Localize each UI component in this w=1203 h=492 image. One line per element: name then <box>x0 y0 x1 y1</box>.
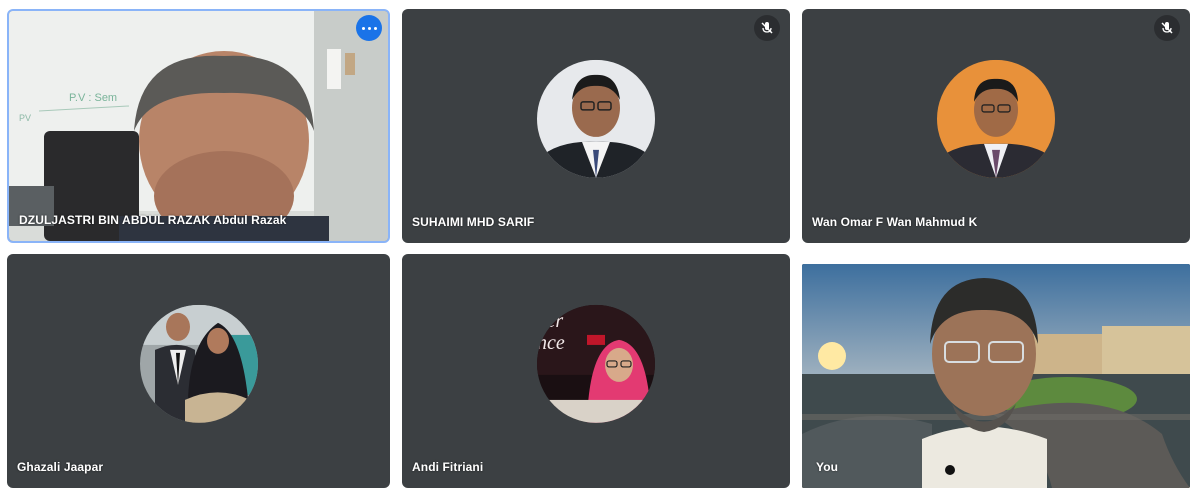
svg-text:P.V : Sem: P.V : Sem <box>69 92 117 104</box>
mic-off-icon <box>1154 15 1180 41</box>
dot-icon <box>361 26 365 30</box>
more-options-button[interactable] <box>356 15 382 41</box>
mic-off-icon <box>754 15 780 41</box>
participant-name-you: You <box>816 460 839 474</box>
participant-tile-andi-fitriani[interactable]: ter nce Andi Fitriani <box>402 254 790 488</box>
svg-text:ter: ter <box>541 310 563 332</box>
participant-avatar: ter nce <box>537 304 655 423</box>
participant-name: Andi Fitriani <box>412 460 484 474</box>
participant-avatar <box>139 304 258 423</box>
participant-name: Wan Omar F Wan Mahmud K <box>812 215 978 229</box>
participant-video: P.V : Sem PV <box>9 11 388 241</box>
dot-icon <box>367 26 371 30</box>
participant-name: DZULJASTRI BIN ABDUL RAZAK Abdul Razak <box>19 213 287 227</box>
participant-tile-wan-omar[interactable]: Wan Omar F Wan Mahmud K <box>802 9 1190 243</box>
participant-avatar <box>537 59 655 178</box>
participant-tile-ghazali[interactable]: Ghazali Jaapar <box>7 254 390 488</box>
dot-icon <box>373 26 377 30</box>
svg-text:nce: nce <box>537 332 565 354</box>
video-grid: P.V : Sem PV DZULJASTRI BIN ABDUL RAZAK … <box>0 0 1203 492</box>
participant-tile-dzuljastri[interactable]: P.V : Sem PV DZULJASTRI BIN ABDUL RAZAK … <box>7 9 390 243</box>
participant-avatar <box>937 59 1055 178</box>
participant-tile-suhaimi[interactable]: SUHAIMI MHD SARIF <box>402 9 790 243</box>
svg-text:PV: PV <box>19 113 31 123</box>
participant-name: Ghazali Jaapar <box>17 460 104 474</box>
participant-video <box>802 264 1190 488</box>
participant-name: SUHAIMI MHD SARIF <box>412 215 535 229</box>
participant-tile-you[interactable]: You <box>802 264 1190 488</box>
